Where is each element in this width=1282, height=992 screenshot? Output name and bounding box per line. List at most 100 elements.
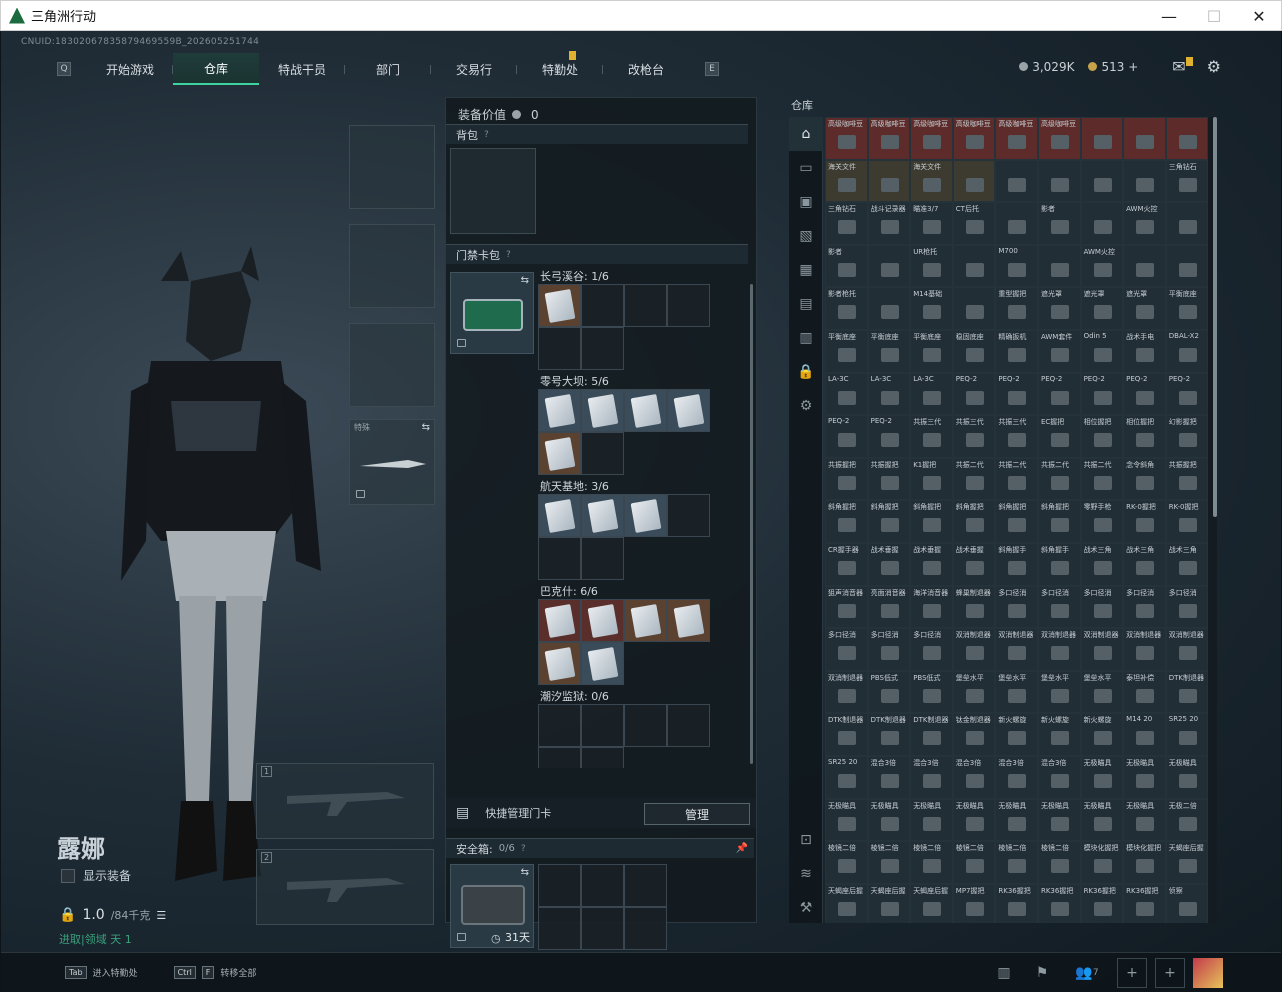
minimize-button[interactable]: — (1146, 1, 1192, 31)
warehouse-item[interactable]: 棱镜二倍 (1037, 841, 1081, 884)
warehouse-item[interactable]: M14基础 (910, 287, 953, 330)
warehouse-item[interactable]: PBS低式 (867, 670, 911, 714)
keycard-slot[interactable] (581, 747, 624, 768)
warehouse-item[interactable]: DTK制退器 (825, 713, 868, 756)
warehouse-item[interactable]: 无极瞄具 (1123, 755, 1166, 799)
sidebar-rifle-icon[interactable]: ▭ (789, 151, 823, 185)
warehouse-item[interactable]: LA-3C (867, 372, 911, 416)
warehouse-item[interactable] (1123, 244, 1166, 288)
warehouse-item[interactable]: SR25 20 (825, 755, 868, 799)
warehouse-item[interactable] (1037, 244, 1081, 288)
safebox-cell[interactable] (538, 907, 581, 950)
sidebar-misc-icon[interactable]: ▥ (789, 321, 823, 355)
keycard-slot[interactable] (538, 747, 581, 768)
safebox-cell[interactable] (581, 907, 624, 950)
warehouse-item[interactable]: 平衡底座 (825, 329, 868, 373)
armor-slot[interactable] (349, 224, 435, 308)
add-party-slot[interactable]: + (1117, 957, 1147, 988)
add-currency-button[interactable]: + (1128, 60, 1138, 74)
warehouse-item[interactable]: RK36握把 (1080, 883, 1124, 923)
pin-icon[interactable]: 📌 (736, 843, 748, 854)
warehouse-item[interactable]: 新火螺旋 (1037, 713, 1081, 756)
warehouse-item[interactable]: 海关文件 (825, 159, 868, 203)
primary-weapon-slot-2[interactable]: 2 (256, 849, 434, 925)
shortcut-transfer-all[interactable]: Ctrl F 转移全部 (173, 966, 256, 979)
maximize-button[interactable]: ☐ (1191, 1, 1237, 31)
warehouse-item[interactable]: 重型握把 (995, 287, 1038, 330)
warehouse-item[interactable]: 影者 (825, 244, 868, 288)
warehouse-item[interactable]: DBAL-X2 (1165, 329, 1209, 373)
warehouse-item[interactable]: 天蝎座后握 (910, 883, 953, 923)
warehouse-item[interactable]: 战术手电 (1123, 329, 1166, 373)
warehouse-item[interactable]: AWM火控 (1123, 202, 1166, 245)
keycard-slot[interactable] (624, 284, 667, 327)
warehouse-item[interactable]: PEQ-2 (952, 372, 996, 416)
keycard-item[interactable] (667, 389, 710, 432)
warehouse-item[interactable]: PEQ-2 (825, 415, 868, 458)
safebox-slot[interactable]: ⇆ ◷ 31天 (450, 864, 534, 948)
warehouse-item[interactable]: 多口径消 (1123, 585, 1166, 629)
warehouse-item[interactable]: 高级咖啡豆 (995, 117, 1038, 160)
keycard-slot[interactable] (581, 704, 624, 747)
keycard-slot[interactable] (667, 494, 710, 537)
warehouse-item[interactable]: 侦察 (1165, 883, 1209, 923)
warehouse-item[interactable]: 战术垂握 (910, 542, 953, 586)
keycard-item[interactable] (538, 642, 581, 685)
warehouse-item[interactable]: 新火螺旋 (995, 713, 1038, 756)
warehouse-item[interactable]: 共振二代 (1080, 457, 1124, 501)
sidebar-lock-icon[interactable]: 🔒 (789, 355, 823, 389)
warehouse-item[interactable]: 无极瞄具 (1123, 798, 1166, 842)
warehouse-item[interactable]: 堡垒水平 (1080, 670, 1124, 714)
warehouse-item[interactable]: RK36握把 (1037, 883, 1081, 923)
warehouse-item[interactable]: PEQ-2 (867, 415, 911, 458)
tab-gunsmith[interactable]: 改枪台 (603, 53, 689, 85)
warehouse-item[interactable]: 混合3倍 (867, 755, 911, 799)
warehouse-item[interactable]: RK36握把 (995, 883, 1038, 923)
warehouse-item[interactable]: 海关文件 (910, 159, 953, 203)
warehouse-item[interactable] (995, 159, 1038, 203)
keycard-item[interactable] (667, 599, 710, 642)
warehouse-item[interactable]: 瞄准3/7 (910, 202, 953, 245)
sidebar-sort-icon[interactable]: ⊡ (789, 823, 823, 857)
warehouse-item[interactable]: 多口径消 (1080, 585, 1124, 629)
warehouse-item[interactable]: 双消制退器 (995, 628, 1038, 671)
tab-special-service[interactable]: 特勤处 (517, 51, 603, 85)
keycard-slot[interactable] (581, 284, 624, 327)
keycard-item[interactable] (538, 494, 581, 537)
add-party-slot[interactable]: + (1155, 957, 1185, 988)
list-icon[interactable]: ☰ (156, 909, 166, 922)
show-equipment-checkbox[interactable] (61, 868, 75, 883)
warehouse-item[interactable]: 共振二代 (1037, 457, 1081, 501)
swap-icon[interactable]: ⇆ (521, 275, 529, 286)
loadout-scrollbar[interactable] (750, 284, 753, 764)
warehouse-item[interactable]: 模块化握把 (1123, 841, 1166, 884)
safebox-cell[interactable] (624, 907, 667, 950)
safebox-cell[interactable] (538, 864, 581, 907)
keycard-slot[interactable] (538, 704, 581, 747)
keycard-case[interactable]: ⇆ (450, 272, 534, 354)
warehouse-item[interactable]: 斜角握把 (910, 500, 953, 543)
warehouse-item[interactable]: 无极瞄具 (867, 798, 911, 842)
warehouse-item[interactable]: 无极瞄具 (1037, 798, 1081, 842)
warehouse-item[interactable] (867, 244, 911, 288)
tab-trade[interactable]: 交易行 (431, 53, 517, 85)
keycard-item[interactable] (538, 284, 581, 327)
tab-operators[interactable]: 特战干员 (259, 53, 345, 85)
warehouse-item[interactable]: 多口径消 (995, 585, 1038, 629)
primary-weapon-slot-1[interactable]: 1 (256, 763, 434, 839)
warehouse-item[interactable]: DTK制退器 (910, 713, 953, 756)
keycard-item[interactable] (624, 599, 667, 642)
warehouse-scrollbar[interactable] (1213, 117, 1217, 517)
warehouse-item[interactable]: PEQ-2 (1080, 372, 1124, 416)
melee-slot[interactable]: 特殊 ⇆ (349, 419, 435, 505)
keycard-item[interactable] (581, 599, 624, 642)
keycard-item[interactable] (624, 389, 667, 432)
warehouse-item[interactable]: RK-0握把 (1123, 500, 1166, 543)
keycard-slot[interactable] (624, 704, 667, 747)
warehouse-item[interactable] (1037, 159, 1081, 203)
warehouse-item[interactable]: 无极瞄具 (1080, 798, 1124, 842)
keycard-slot[interactable] (538, 537, 581, 580)
warehouse-item[interactable]: 共振三代 (952, 415, 996, 458)
warehouse-item[interactable]: 稳固底座 (952, 329, 996, 373)
warehouse-item[interactable]: 棱镜二倍 (867, 841, 911, 884)
